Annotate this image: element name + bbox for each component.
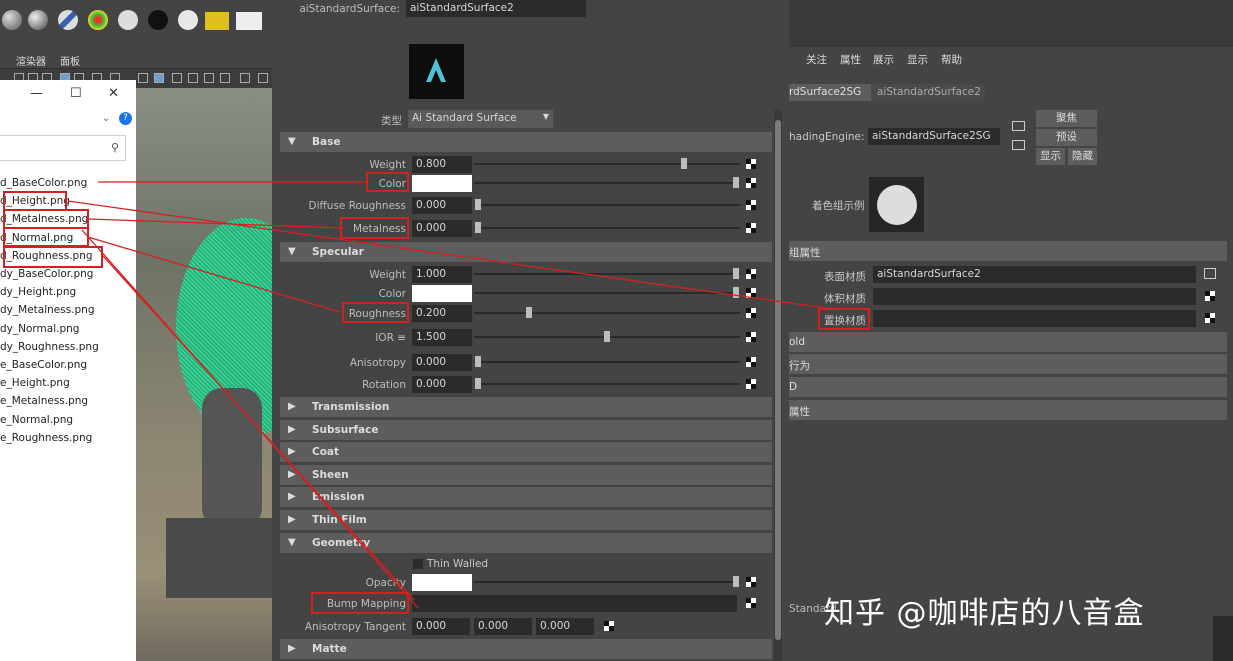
line-normal	[87, 236, 341, 313]
line-height	[67, 200, 841, 311]
box-normal	[3, 227, 89, 247]
box-height	[3, 191, 67, 211]
line-bump	[81, 229, 419, 609]
screenshot-root: 渲染器 面板 — ☐ ✕ ⌄ ? ⚲ d_BaseColor.png d_Heig…	[0, 0, 1233, 661]
line-metalness	[87, 218, 345, 229]
box-metalness	[3, 209, 89, 229]
annotation-lines	[3, 181, 841, 609]
box-roughness	[3, 246, 103, 268]
watermark: 知乎 @咖啡店的八音盒	[824, 596, 1145, 631]
